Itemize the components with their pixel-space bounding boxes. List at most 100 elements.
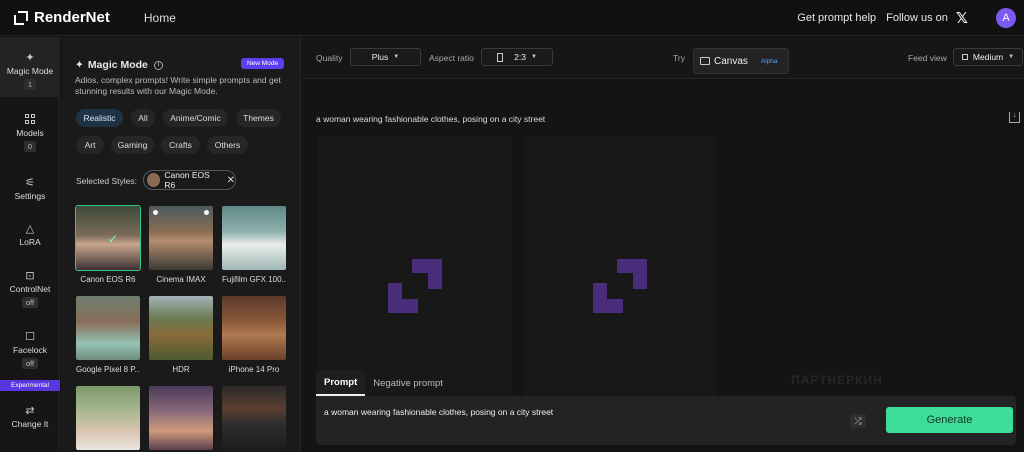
filter-chip-anime-comic[interactable]: Anime/Comic [163, 109, 228, 127]
rail-label: ControlNet [9, 284, 51, 294]
prompt-tabs: Prompt Negative prompt [316, 370, 451, 396]
top-bar: RenderNet Home Get prompt help Follow us… [0, 0, 1024, 36]
portrait-frame-icon [497, 52, 504, 62]
style-thumbnail [149, 206, 213, 270]
rail-item-facelock[interactable]: ☐ Facelock off [0, 330, 60, 369]
top-right-actions: Get prompt help Follow us on 𝕏 A [797, 0, 1016, 36]
style-card-label: iPhone 14 Pro [228, 365, 280, 374]
style-card-hdr[interactable]: HDR [149, 296, 213, 374]
style-card[interactable] [76, 386, 140, 450]
filter-chip-realistic[interactable]: Realistic [76, 109, 123, 127]
style-card-label: Canon EOS R6 [80, 275, 136, 284]
filter-chip-gaming[interactable]: Gaming [111, 136, 154, 154]
style-thumbnail [76, 296, 140, 360]
rail-label: Change It [11, 419, 49, 429]
selected-styles-label: Selected Styles: [76, 176, 137, 186]
style-thumbnail [149, 296, 213, 360]
style-thumbnail [76, 386, 140, 450]
style-card-label: Fujifilm GFX 100... [222, 275, 286, 284]
quality-label: Quality [316, 53, 343, 63]
generate-button[interactable]: Generate [886, 407, 1013, 433]
brand-logo[interactable]: RenderNet [14, 9, 110, 26]
style-card-iphone-14-pro[interactable]: iPhone 14 Pro [222, 296, 286, 374]
user-avatar[interactable]: A [996, 8, 1016, 28]
canvas-button[interactable]: Canvas Alpha [693, 48, 789, 74]
prompt-input[interactable]: a woman wearing fashionable clothes, pos… [324, 407, 553, 417]
style-thumbnail [222, 386, 286, 450]
feed-view-select[interactable]: Medium ▼ [953, 48, 1023, 66]
follow-us-label: Follow us on [886, 12, 948, 24]
style-card-label: Google Pixel 8 P... [76, 365, 140, 374]
prompt-input-box: a woman wearing fashionable clothes, pos… [316, 396, 1016, 445]
filter-chip-crafts[interactable]: Crafts [161, 136, 200, 154]
style-thumbnail [222, 206, 286, 270]
rail-item-models[interactable]: Models 0 [0, 113, 60, 152]
magic-wand-icon: ✦ [25, 51, 35, 64]
aspect-ratio-select[interactable]: 2:3 ▼ [481, 48, 553, 66]
experimental-tag: Experimental [0, 380, 60, 391]
aspect-ratio-label: Aspect ratio [429, 53, 474, 63]
rail-label: Models [16, 128, 44, 138]
rail-item-magic-mode[interactable]: ✦ Magic Mode 1 [0, 37, 60, 97]
style-thumbnail: ✓ [75, 205, 141, 271]
try-label: Try [673, 53, 685, 63]
left-rail: ✦ Magic Mode 1 Models 0 ⚟ Settings △ LoR… [0, 37, 60, 452]
chevron-down-icon: ▼ [530, 54, 537, 60]
rendernet-logo-icon [14, 10, 28, 25]
filter-chip-art[interactable]: Art [76, 136, 104, 154]
generation-toolbar: Quality Plus ▼ Aspect ratio 2:3 ▼ Try Ca… [302, 37, 1024, 79]
rail-badge: 0 [23, 141, 37, 152]
rail-item-settings[interactable]: ⚟ Settings [0, 176, 60, 202]
rail-label: Settings [14, 191, 46, 201]
info-icon[interactable]: i [153, 60, 163, 70]
rail-badge: off [21, 358, 39, 369]
panel-title: ✦ Magic Mode i [75, 59, 163, 71]
chevron-down-icon: ▼ [1008, 54, 1015, 60]
generating-image-placeholder [523, 137, 717, 429]
tab-negative-prompt[interactable]: Negative prompt [365, 370, 451, 396]
style-card[interactable] [149, 386, 213, 450]
style-card[interactable] [222, 386, 286, 450]
swap-icon: ⇄ [25, 404, 35, 417]
rail-badge: 1 [23, 79, 37, 90]
filter-chip-others[interactable]: Others [207, 136, 248, 154]
selected-style-chip[interactable]: Canon EOS R6 ✕ [143, 170, 236, 190]
style-card-cinema-imax[interactable]: Cinema IMAX [149, 206, 213, 284]
rail-label: Facelock [12, 345, 47, 355]
rail-label: Magic Mode [6, 66, 54, 76]
rail-label: LoRA [19, 237, 41, 247]
main-area: Quality Plus ▼ Aspect ratio 2:3 ▼ Try Ca… [302, 37, 1024, 452]
shuffle-icon[interactable]: ⤮ [850, 414, 866, 428]
remove-style-icon[interactable]: ✕ [227, 175, 235, 186]
style-card-google-pixel[interactable]: Google Pixel 8 P... [76, 296, 140, 374]
style-card-label: Cinema IMAX [156, 275, 206, 284]
rendernet-logo-icon [593, 259, 647, 313]
download-icon[interactable]: ↓ [1009, 111, 1020, 123]
square-icon [961, 54, 968, 60]
watermark: ПАРТНЕРКИН [791, 373, 883, 387]
sliders-icon: ⚟ [25, 176, 35, 189]
style-card-canon-eos-r6[interactable]: ✓ Canon EOS R6 [75, 205, 141, 284]
generation-prompt-caption: a woman wearing fashionable clothes, pos… [316, 114, 546, 124]
rail-item-change-it[interactable]: ⇄ Change It [0, 404, 60, 430]
shapes-icon: △ [25, 222, 35, 235]
rail-item-lora[interactable]: △ LoRA [0, 222, 60, 248]
nav-home-link[interactable]: Home [144, 11, 176, 25]
feed-view-label: Feed view [908, 53, 947, 63]
scan-icon: ⊡ [25, 269, 35, 282]
get-prompt-help-link[interactable]: Get prompt help [797, 12, 876, 24]
filter-chip-all[interactable]: All [131, 109, 155, 127]
rendernet-logo-icon [388, 259, 442, 313]
rail-item-controlnet[interactable]: ⊡ ControlNet off [0, 269, 60, 308]
x-twitter-icon[interactable]: 𝕏 [956, 9, 968, 27]
rail-badge: off [21, 297, 39, 308]
magic-wand-icon: ✦ [75, 59, 84, 71]
quality-select[interactable]: Plus ▼ [350, 48, 421, 66]
style-card-fujifilm-gfx[interactable]: Fujifilm GFX 100... [222, 206, 286, 284]
filter-chip-themes[interactable]: Themes [236, 109, 281, 127]
dot-icon [204, 210, 209, 215]
dot-icon [153, 210, 158, 215]
tab-prompt[interactable]: Prompt [316, 370, 366, 396]
grid-icon [24, 113, 36, 125]
magic-mode-panel: ✦ Magic Mode i New Mode Adios, complex p… [61, 37, 301, 452]
